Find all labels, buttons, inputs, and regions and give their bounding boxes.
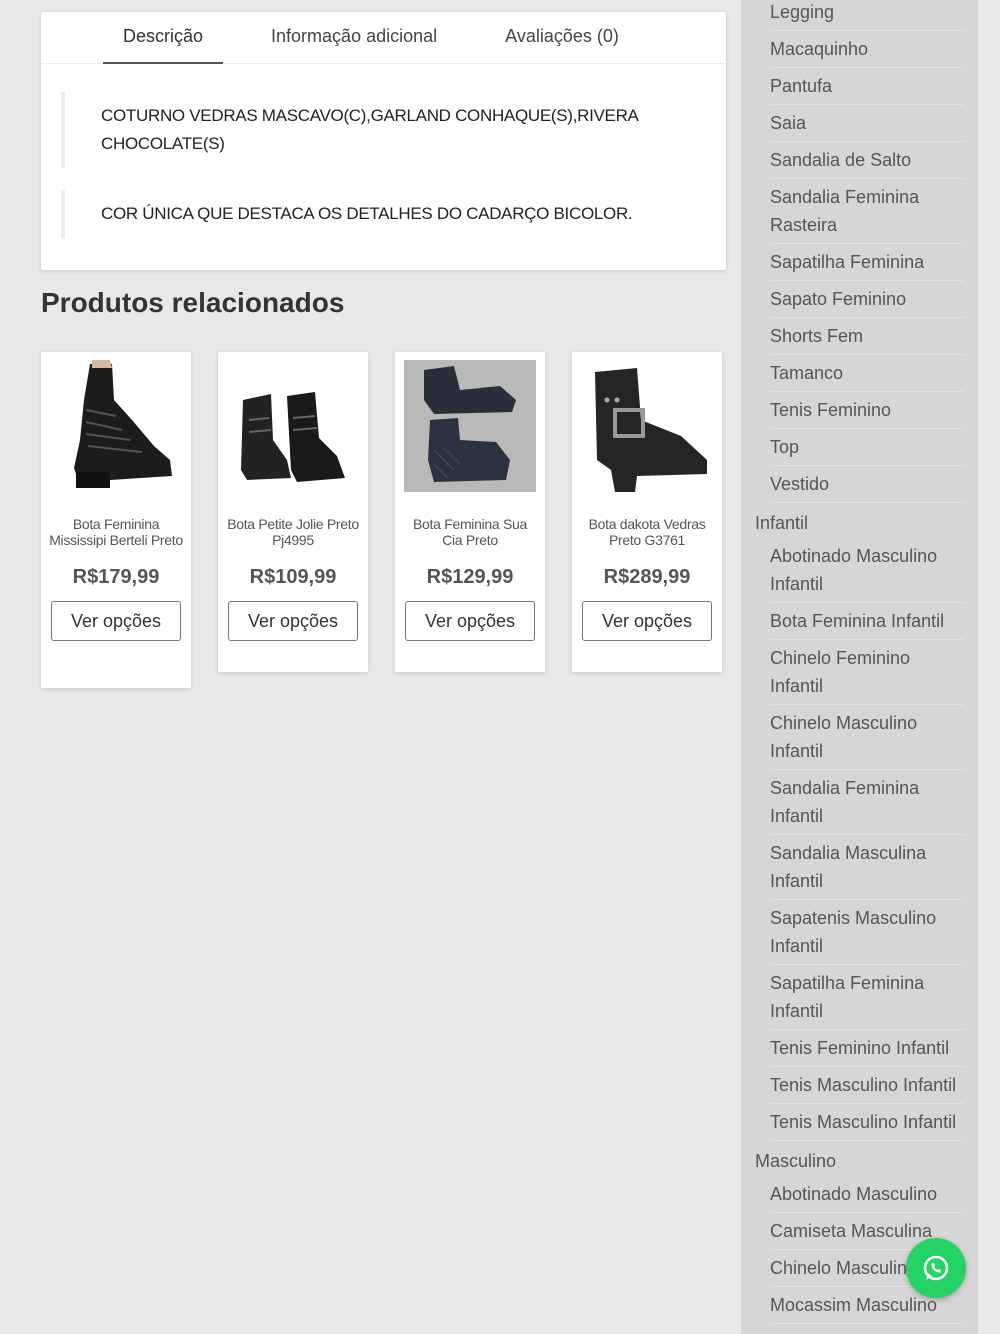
boot-image[interactable]: [227, 360, 359, 492]
infantil-category-list: Abotinado Masculino Infantil Bota Feminin…: [741, 538, 978, 1141]
product-price: R$179,99: [72, 566, 160, 588]
product-price: R$109,99: [249, 566, 337, 588]
feminino-category-list: Legging Macaquinho Pantufa Saia Sandalia de …: [741, 0, 978, 503]
whatsapp-icon: [923, 1255, 949, 1281]
product-card[interactable]: Bota Petite Jolie Preto Pj4995 R$109,99 …: [218, 352, 368, 672]
product-card[interactable]: Bota Feminina Mississipi Berteli Preto R…: [41, 352, 191, 688]
category-item[interactable]: Sapato Feminino: [770, 281, 964, 318]
category-item[interactable]: Shorts Fem: [770, 318, 964, 355]
whatsapp-button[interactable]: [906, 1238, 966, 1298]
category-item[interactable]: Sapatilha Feminina Infantil: [770, 965, 964, 1030]
category-item[interactable]: Legging: [770, 0, 964, 31]
category-item[interactable]: Top: [770, 429, 964, 466]
category-item[interactable]: Sapatilha Feminina: [770, 244, 964, 281]
ver-opcoes-button[interactable]: Ver opções: [51, 601, 181, 641]
category-item[interactable]: Chinelo Feminino Infantil: [770, 640, 964, 705]
ver-opcoes-button[interactable]: Ver opções: [405, 601, 535, 641]
description-content: COTURNO VEDRAS MASCAVO(C),GARLAND CONHAQ…: [41, 64, 726, 238]
product-card[interactable]: Bota Feminina Sua Cia Preto R$129,99 Ver…: [395, 352, 545, 672]
product-name[interactable]: Bota Petite Jolie Preto Pj4995: [226, 516, 360, 564]
ver-opcoes-button[interactable]: Ver opções: [582, 601, 712, 641]
product-name[interactable]: Bota Feminina Mississipi Berteli Preto: [49, 516, 183, 564]
tab-bar: Descrição Informação adicional Avaliaçõe…: [41, 12, 726, 64]
category-item[interactable]: Pantufa: [770, 68, 964, 105]
category-item[interactable]: Macaquinho: [770, 31, 964, 68]
tab-avaliacoes[interactable]: Avaliações (0): [485, 12, 639, 64]
category-item[interactable]: Bota Feminina Infantil: [770, 603, 964, 640]
description-line-1: COTURNO VEDRAS MASCAVO(C),GARLAND CONHAQ…: [61, 92, 701, 168]
related-products-title: Produtos relacionados: [41, 287, 345, 318]
category-item[interactable]: Sandalia de Salto: [770, 142, 964, 179]
product-name[interactable]: Bota dakota Vedras Preto G3761: [580, 516, 714, 564]
category-item[interactable]: Tenis Masculino Infantil: [770, 1104, 964, 1141]
category-item[interactable]: Vestido: [770, 466, 964, 503]
category-item[interactable]: Tenis Feminino: [770, 392, 964, 429]
category-item[interactable]: Chinelo Masculino Infantil: [770, 705, 964, 770]
description-line-2: COR ÚNICA QUE DESTACA OS DETALHES DO CAD…: [61, 190, 701, 238]
page: Descrição Informação adicional Avaliaçõe…: [0, 0, 1000, 1334]
category-item[interactable]: Sandalia Masculina Infantil: [770, 835, 964, 900]
boot-image[interactable]: [50, 360, 182, 492]
boot-image[interactable]: [581, 360, 713, 492]
category-item[interactable]: Sapatenis Masculino Infantil: [770, 900, 964, 965]
category-item[interactable]: Sandalia Feminina Infantil: [770, 770, 964, 835]
category-item[interactable]: Abotinado Masculino Infantil: [770, 538, 964, 603]
boot-image[interactable]: [404, 360, 536, 492]
product-tabs-panel: Descrição Informação adicional Avaliaçõe…: [41, 12, 726, 270]
category-item[interactable]: Abotinado Masculino: [770, 1176, 964, 1213]
category-sidebar: Legging Macaquinho Pantufa Saia Sandalia de …: [741, 0, 978, 1334]
related-products-grid: Bota Feminina Mississipi Berteli Preto R…: [41, 352, 731, 692]
category-item[interactable]: Tenis Feminino Infantil: [770, 1030, 964, 1067]
category-item[interactable]: Tenis Masculino Infantil: [770, 1067, 964, 1104]
ver-opcoes-button[interactable]: Ver opções: [228, 601, 358, 641]
category-infantil[interactable]: Infantil: [741, 503, 978, 538]
category-item[interactable]: Sandalia Feminina Rasteira: [770, 179, 964, 244]
category-item[interactable]: Sandalia Masculina: [770, 1324, 964, 1334]
product-card[interactable]: Bota dakota Vedras Preto G3761 R$289,99 …: [572, 352, 722, 672]
category-masculino[interactable]: Masculino: [741, 1141, 978, 1176]
tab-informacao-adicional[interactable]: Informação adicional: [251, 12, 457, 64]
category-item[interactable]: Saia: [770, 105, 964, 142]
product-name[interactable]: Bota Feminina Sua Cia Preto: [403, 516, 537, 564]
product-price: R$129,99: [426, 566, 514, 588]
product-price: R$289,99: [603, 566, 691, 588]
category-item[interactable]: Tamanco: [770, 355, 964, 392]
tab-descricao[interactable]: Descrição: [103, 12, 224, 64]
